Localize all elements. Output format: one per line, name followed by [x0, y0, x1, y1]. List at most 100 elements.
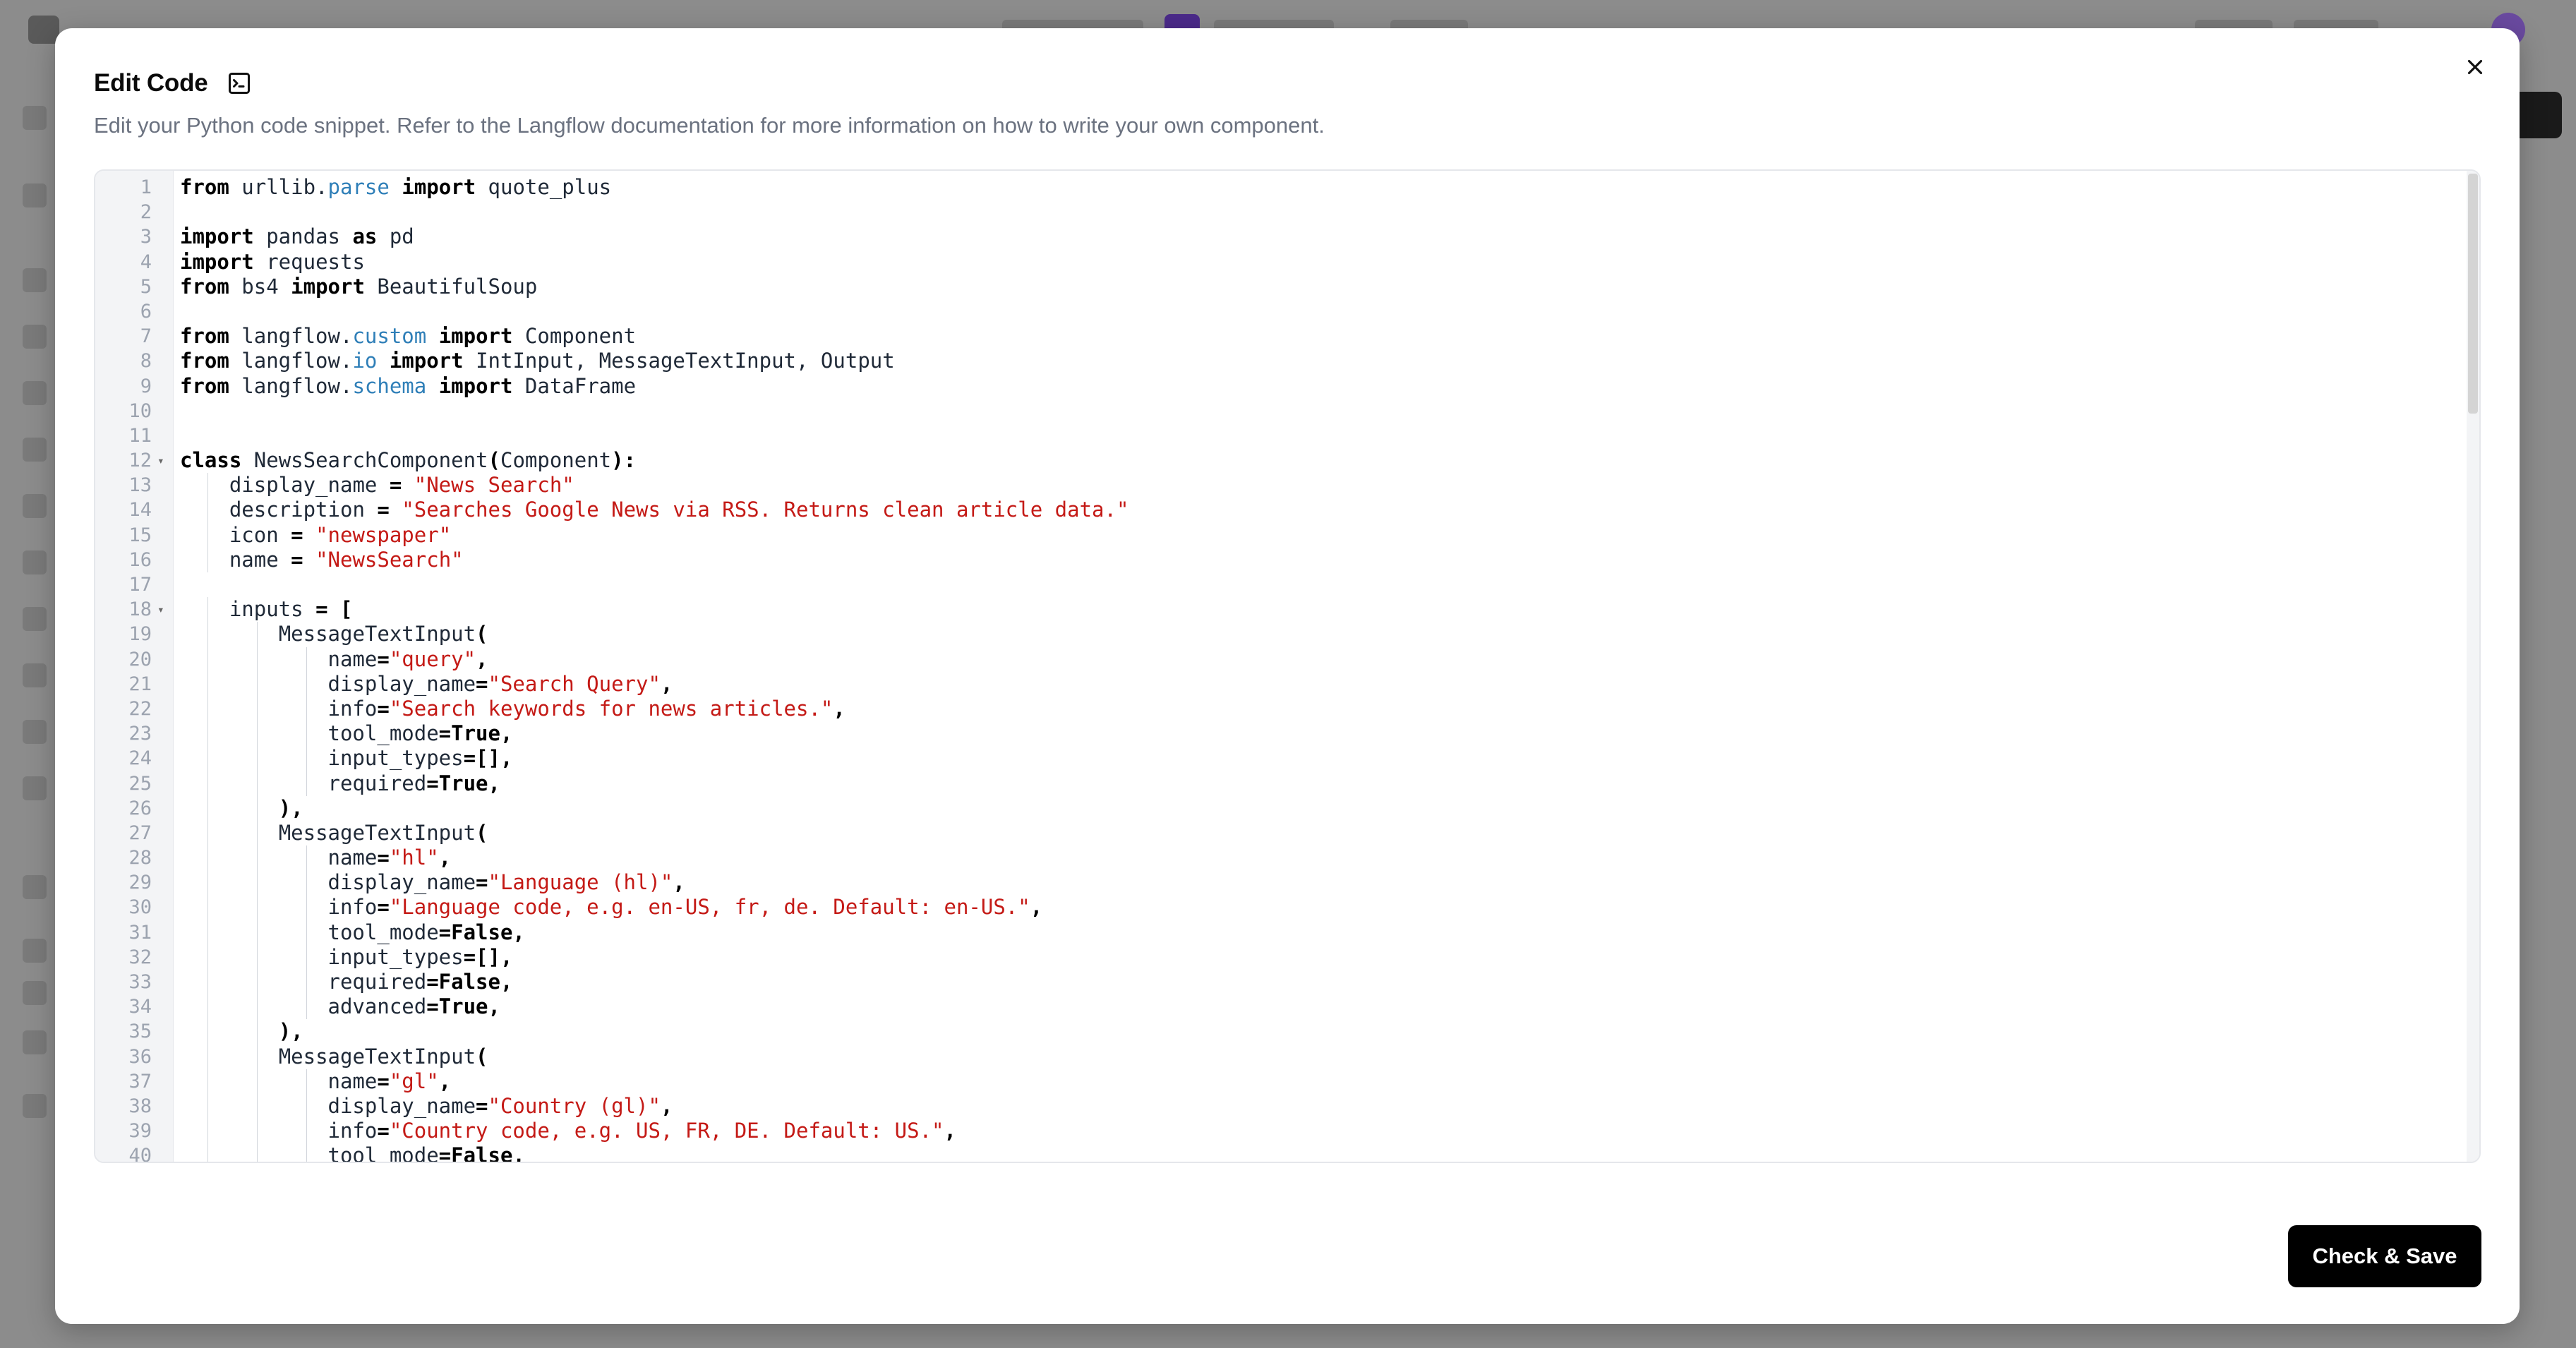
line-number: 31 — [128, 921, 152, 944]
line-number: 8 — [140, 350, 152, 373]
code-line: 7 from langflow.custom import Component — [95, 324, 2479, 349]
keyword: = — [377, 1069, 390, 1093]
keyword: = — [377, 895, 390, 920]
line-number: 36 — [128, 1045, 152, 1068]
close-button[interactable] — [2456, 49, 2494, 88]
code-token: requests — [253, 249, 365, 274]
keyword: , — [438, 1069, 452, 1093]
code-token: DataFrame — [512, 373, 637, 398]
code-line: 2 — [95, 200, 2479, 224]
code-token: required — [327, 970, 427, 994]
code-text[interactable]: tool_mode=False, — [180, 1143, 525, 1163]
code-text[interactable]: tool_mode=False, — [180, 920, 525, 945]
fold-toggle-icon[interactable]: ▾ — [157, 597, 164, 622]
code-text[interactable]: input_types=[], — [180, 945, 513, 970]
keyword: = — [377, 696, 390, 721]
code-line: 28 name="hl", — [95, 845, 2479, 871]
code-token: name — [229, 547, 291, 572]
module-name: parse — [327, 175, 390, 199]
line-number: 30 — [128, 896, 152, 919]
code-text[interactable]: inputs = [ — [180, 597, 353, 622]
scrollbar[interactable] — [2467, 171, 2479, 1162]
code-text[interactable]: display_name = "News Search" — [180, 473, 574, 498]
code-line: 4 import requests — [95, 250, 2479, 275]
string-literal: "Country code, e.g. US, FR, DE. Default:… — [389, 1119, 944, 1143]
keyword: , — [660, 1093, 673, 1118]
code-token: name — [327, 646, 378, 671]
code-text[interactable]: display_name="Search Query", — [180, 672, 673, 697]
code-text[interactable]: MessageTextInput( — [180, 821, 488, 845]
code-text[interactable]: required=False, — [180, 970, 513, 994]
line-number: 23 — [128, 723, 152, 745]
edit-code-dialog: Edit Code Edit your Python code snippet.… — [55, 28, 2520, 1324]
code-line: 11 — [95, 423, 2479, 448]
code-line: 18 ▾ inputs = [ — [95, 597, 2479, 622]
keyword: , — [673, 870, 685, 895]
code-text[interactable]: advanced=True, — [180, 994, 500, 1019]
line-number: 15 — [128, 524, 152, 546]
code-line: 22 info="Search keywords for news articl… — [95, 696, 2479, 722]
code-line: 27 MessageTextInput( — [95, 820, 2479, 846]
code-text[interactable]: ), — [180, 1019, 303, 1044]
keyword: ( — [476, 820, 488, 845]
code-text[interactable]: from langflow.custom import Component — [180, 324, 636, 349]
code-text[interactable]: from urllib.parse import quote_plus — [180, 175, 611, 200]
line-number: 39 — [128, 1120, 152, 1143]
code-text[interactable]: import pandas as pd — [180, 224, 414, 249]
code-token: tool_mode — [327, 1143, 439, 1163]
code-text[interactable]: required=True, — [180, 771, 500, 796]
keyword: = — [315, 597, 328, 622]
fold-toggle-icon[interactable]: ▾ — [157, 448, 164, 473]
keyword: ( — [476, 1044, 488, 1069]
code-text[interactable]: info="Search keywords for news articles.… — [180, 697, 845, 721]
keyword: =True, — [426, 994, 500, 1019]
line-number: 24 — [128, 747, 152, 770]
keyword: from — [180, 349, 229, 373]
code-text[interactable]: icon = "newspaper" — [180, 523, 451, 548]
code-text[interactable]: display_name="Country (gl)", — [180, 1094, 673, 1119]
code-text[interactable]: input_types=[], — [180, 746, 513, 771]
background-element — [23, 438, 47, 462]
keyword: = — [476, 671, 488, 696]
keyword: class — [180, 448, 242, 473]
code-text[interactable]: MessageTextInput( — [180, 1045, 488, 1069]
background-element — [23, 183, 47, 207]
code-text[interactable]: ), — [180, 796, 303, 821]
code-line: 5 from bs4 import BeautifulSoup — [95, 275, 2479, 299]
code-line: 3 import pandas as pd — [95, 224, 2479, 249]
code-text[interactable]: from langflow.schema import DataFrame — [180, 374, 636, 399]
background-element — [23, 494, 47, 518]
line-number: 5 — [140, 275, 152, 298]
code-text[interactable]: class NewsSearchComponent(Component): — [180, 448, 636, 473]
scrollbar-thumb[interactable] — [2468, 174, 2478, 414]
code-text[interactable]: display_name="Language (hl)", — [180, 870, 685, 895]
code-text[interactable]: tool_mode=True, — [180, 721, 513, 746]
code-text[interactable]: info="Language code, e.g. en-US, fr, de.… — [180, 895, 1043, 920]
code-text[interactable]: from langflow.io import IntInput, Messag… — [180, 349, 895, 373]
code-token: name — [327, 1069, 378, 1093]
code-text[interactable]: MessageTextInput( — [180, 622, 488, 646]
code-editor[interactable]: 1 from urllib.parse import quote_plus 2 3 im… — [94, 169, 2481, 1163]
code-token: inputs — [229, 597, 316, 622]
code-text[interactable]: from bs4 import BeautifulSoup — [180, 275, 537, 299]
code-text[interactable]: name="query", — [180, 647, 488, 672]
check-and-save-button[interactable]: Check & Save — [2288, 1225, 2481, 1287]
line-number: 11 — [128, 424, 152, 447]
module-name: custom — [352, 324, 427, 349]
code-text[interactable]: name="gl", — [180, 1069, 452, 1094]
code-text[interactable]: description = "Searches Google News via … — [180, 498, 1129, 522]
code-line: 33 required=False, — [95, 970, 2479, 995]
keyword: ): — [611, 448, 637, 473]
code-token: MessageTextInput — [278, 1044, 476, 1069]
code-line: 40 tool_mode=False, — [95, 1143, 2479, 1163]
code-text[interactable]: info="Country code, e.g. US, FR, DE. Def… — [180, 1119, 956, 1143]
module-name: io — [352, 349, 378, 373]
keyword: ( — [488, 448, 500, 473]
code-text[interactable]: name = "NewsSearch" — [180, 548, 464, 572]
code-line: 23 tool_mode=True, — [95, 721, 2479, 747]
code-text[interactable]: import requests — [180, 250, 365, 275]
code-text[interactable]: name="hl", — [180, 845, 452, 870]
